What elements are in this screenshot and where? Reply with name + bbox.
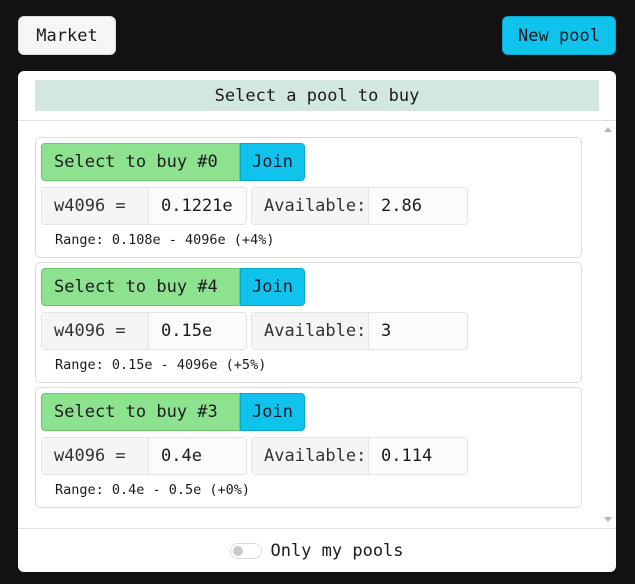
join-button[interactable]: Join	[240, 143, 305, 181]
pool-fields: w4096 = 0.1221e Available: 2.86	[41, 187, 472, 225]
pool-selection-panel: Select a pool to buy Select to buy #0 Jo…	[18, 71, 616, 572]
select-to-buy-button[interactable]: Select to buy #3	[41, 393, 240, 431]
weight-label: w4096 =	[42, 313, 149, 349]
join-button[interactable]: Join	[240, 268, 305, 306]
pool-range: Range: 0.15e - 4096e (+5%)	[55, 357, 267, 373]
pool-card: Select to buy #4 Join w4096 = 0.15e Avai…	[35, 262, 582, 383]
weight-value: 0.4e	[149, 438, 214, 474]
pool-list[interactable]: Select to buy #0 Join w4096 = 0.1221e Av…	[18, 122, 616, 527]
scrollbar[interactable]	[600, 122, 616, 527]
weight-label: w4096 =	[42, 438, 149, 474]
available-label: Available:	[252, 188, 369, 224]
available-value: 2.86	[369, 188, 434, 224]
available-label: Available:	[252, 438, 369, 474]
toggle-knob	[233, 545, 244, 556]
available-label: Available:	[252, 313, 369, 349]
panel-footer: Only my pools	[18, 528, 616, 572]
join-button[interactable]: Join	[240, 393, 305, 431]
new-pool-button[interactable]: New pool	[502, 16, 616, 55]
available-field: Available: 2.86	[251, 187, 468, 225]
weight-value: 0.15e	[149, 313, 225, 349]
pool-card: Select to buy #0 Join w4096 = 0.1221e Av…	[35, 137, 582, 258]
market-button[interactable]: Market	[18, 16, 116, 55]
weight-field: w4096 = 0.4e	[41, 437, 247, 475]
pool-card: Select to buy #3 Join w4096 = 0.4e Avail…	[35, 387, 582, 508]
scroll-up-arrow-icon[interactable]	[604, 127, 612, 132]
pool-range: Range: 0.4e - 0.5e (+0%)	[55, 482, 251, 498]
pool-fields: w4096 = 0.4e Available: 0.114	[41, 437, 472, 475]
weight-field: w4096 = 0.1221e	[41, 187, 247, 225]
only-my-pools-label: Only my pools	[270, 540, 404, 561]
pool-action-group: Select to buy #3 Join	[41, 393, 305, 431]
pool-action-group: Select to buy #0 Join	[41, 143, 305, 181]
only-my-pools-toggle[interactable]	[230, 542, 263, 559]
select-to-buy-button[interactable]: Select to buy #0	[41, 143, 240, 181]
available-value: 0.114	[369, 438, 445, 474]
available-value: 3	[369, 313, 404, 349]
pool-range: Range: 0.108e - 4096e (+4%)	[55, 232, 275, 248]
weight-label: w4096 =	[42, 188, 149, 224]
available-field: Available: 3	[251, 312, 468, 350]
pool-fields: w4096 = 0.15e Available: 3	[41, 312, 472, 350]
select-to-buy-button[interactable]: Select to buy #4	[41, 268, 240, 306]
available-field: Available: 0.114	[251, 437, 468, 475]
scroll-down-arrow-icon[interactable]	[604, 517, 612, 522]
panel-header: Select a pool to buy	[18, 71, 616, 121]
weight-field: w4096 = 0.15e	[41, 312, 247, 350]
pool-action-group: Select to buy #4 Join	[41, 268, 305, 306]
panel-title: Select a pool to buy	[35, 80, 599, 111]
weight-value: 0.1221e	[149, 188, 245, 224]
